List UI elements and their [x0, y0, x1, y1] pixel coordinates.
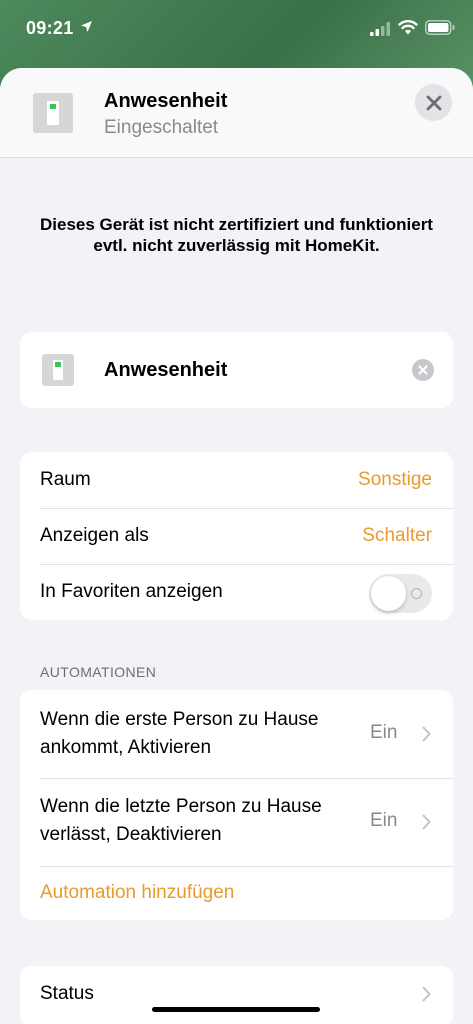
cellular-signal-icon — [370, 22, 390, 36]
room-row[interactable]: Raum Sonstige — [20, 452, 453, 508]
accessory-name-field[interactable]: Anwesenheit — [20, 332, 453, 408]
accessory-detail-sheet: Anwesenheit Eingeschaltet Dieses Gerät i… — [0, 68, 473, 1024]
automation-label: Wenn die letzte Person zu Hause verlässt… — [40, 793, 360, 849]
automation-label-line: Wenn die erste Person zu Hause — [40, 709, 319, 730]
chevron-right-icon — [422, 726, 431, 742]
location-arrow-icon — [81, 21, 92, 32]
automations-group: Wenn die erste Person zu Hause ankommt, … — [20, 690, 453, 920]
certification-warning: Dieses Gerät ist nicht zertifiziert und … — [40, 215, 433, 255]
favorites-label: In Favoriten anzeigen — [40, 581, 223, 602]
room-label: Raum — [40, 469, 91, 490]
status-row[interactable]: Status — [20, 966, 453, 1024]
automation-label-line: Wenn die letzte Person zu Hause — [40, 796, 322, 817]
favorites-row: In Favoriten anzeigen — [20, 564, 453, 620]
accessory-name-input[interactable]: Anwesenheit — [104, 359, 227, 382]
display-as-label: Anzeigen als — [40, 525, 149, 546]
toggle-knob — [371, 576, 406, 611]
accessory-settings-group: Raum Sonstige Anzeigen als Schalter In F… — [20, 452, 453, 620]
toggle-off-indicator-icon — [411, 588, 422, 599]
switch-accessory-icon — [42, 354, 74, 386]
switch-accessory-icon — [33, 93, 73, 133]
automations-section-header: AUTOMATIONEN — [40, 664, 157, 680]
favorites-toggle[interactable] — [369, 574, 432, 613]
close-icon — [426, 95, 441, 110]
chevron-right-icon — [422, 986, 431, 1002]
room-value[interactable]: Sonstige — [358, 469, 432, 491]
automation-state: Ein — [370, 722, 398, 743]
automation-label-line: ankommt, Aktivieren — [40, 737, 212, 758]
status-bar: 09:21 — [0, 0, 473, 58]
automation-row[interactable]: Wenn die erste Person zu Hause ankommt, … — [20, 690, 453, 778]
status-time: 09:21 — [26, 18, 74, 38]
wifi-icon — [398, 20, 418, 35]
automation-row[interactable]: Wenn die letzte Person zu Hause verlässt… — [20, 778, 453, 866]
divider — [40, 866, 453, 867]
add-automation-button[interactable]: Automation hinzufügen — [40, 882, 234, 904]
automation-label: Wenn die erste Person zu Hause ankommt, … — [40, 706, 360, 762]
battery-icon — [425, 20, 455, 35]
display-as-value[interactable]: Schalter — [362, 525, 432, 547]
close-button[interactable] — [415, 84, 452, 121]
home-indicator[interactable] — [152, 1007, 320, 1012]
clear-text-icon[interactable] — [412, 359, 434, 381]
automation-state: Ein — [370, 810, 398, 831]
status-label: Status — [40, 983, 94, 1004]
sheet-header: Anwesenheit Eingeschaltet — [0, 68, 473, 158]
accessory-state: Eingeschaltet — [104, 117, 219, 138]
chevron-right-icon — [422, 814, 431, 830]
accessory-title: Anwesenheit — [104, 90, 228, 112]
automation-label-line: verlässt, Deaktivieren — [40, 824, 222, 845]
display-as-row[interactable]: Anzeigen als Schalter — [20, 508, 453, 564]
